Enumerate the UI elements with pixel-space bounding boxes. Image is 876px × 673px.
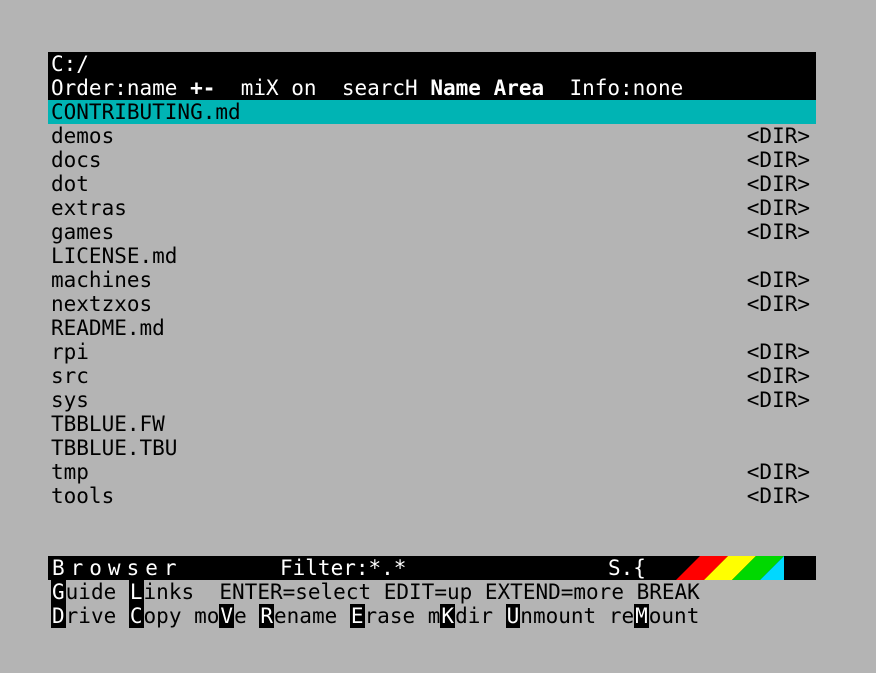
- name-area-option[interactable]: Name Area: [430, 76, 544, 100]
- file-name: LICENSE.md: [51, 244, 178, 268]
- key-help-text: nmount: [520, 604, 609, 628]
- file-name: rpi: [51, 340, 89, 364]
- file-row[interactable]: LICENSE.md: [48, 244, 816, 268]
- key-help-text: opy: [143, 604, 195, 628]
- order-option[interactable]: Order:name: [51, 76, 177, 100]
- current-path: C:/: [48, 52, 816, 76]
- file-row[interactable]: extras <DIR>: [48, 196, 816, 220]
- file-type-tag: <DIR>: [746, 364, 810, 388]
- file-row[interactable]: sys <DIR>: [48, 388, 816, 412]
- key-help-line-2: Drive Copy moVe Rename Erase mKdir Unmou…: [48, 604, 816, 628]
- file-row[interactable]: README.md: [48, 316, 816, 340]
- key-help-text: ename: [274, 604, 350, 628]
- file-name: demos: [51, 124, 115, 148]
- file-name: TBBLUE.TBU: [51, 436, 178, 460]
- file-name: machines: [51, 268, 153, 292]
- search-option[interactable]: searcH: [342, 76, 418, 100]
- file-type-tag: <DIR>: [746, 388, 810, 412]
- shortcut-key[interactable]: L: [128, 580, 144, 604]
- key-help-text: m: [427, 604, 441, 628]
- key-help-text: inks ENTER=select EDIT=up EXTEND=more BR…: [143, 580, 700, 604]
- file-name: TBBLUE.FW: [51, 412, 165, 436]
- file-row[interactable]: tools <DIR>: [48, 484, 816, 508]
- file-name: CONTRIBUTING.md: [51, 100, 241, 124]
- file-type-tag: <DIR>: [746, 220, 810, 244]
- file-list: CONTRIBUTING.md demos <DIR> docs <DIR> dot <DI…: [48, 100, 816, 508]
- file-row[interactable]: docs <DIR>: [48, 148, 816, 172]
- file-name: README.md: [51, 316, 165, 340]
- rainbow-stripes-logo: [676, 556, 784, 580]
- file-type-tag: <DIR>: [746, 340, 810, 364]
- shortcut-key[interactable]: C: [128, 604, 144, 628]
- shortcut-key[interactable]: G: [51, 580, 66, 604]
- file-row[interactable]: games <DIR>: [48, 220, 816, 244]
- file-browser: C:/ Order:name +- miX on searcH Name Are…: [48, 52, 816, 628]
- file-row[interactable]: dot <DIR>: [48, 172, 816, 196]
- file-row[interactable]: TBBLUE.FW: [48, 412, 816, 436]
- shortcut-key[interactable]: U: [505, 604, 521, 628]
- file-name: extras: [51, 196, 127, 220]
- file-type-tag: <DIR>: [746, 196, 810, 220]
- file-name: games: [51, 220, 115, 244]
- shortcut-key[interactable]: D: [51, 604, 66, 628]
- filter-label[interactable]: Filter:*.*: [280, 556, 406, 580]
- file-name: tools: [51, 484, 115, 508]
- file-name: nextzxos: [51, 292, 153, 316]
- file-row[interactable]: CONTRIBUTING.md: [48, 100, 816, 124]
- key-help-text: dir: [455, 604, 506, 628]
- key-help-text: uide: [65, 580, 129, 604]
- file-row[interactable]: rpi <DIR>: [48, 340, 816, 364]
- empty-space: [48, 508, 816, 556]
- info-option[interactable]: Info:none: [569, 76, 683, 100]
- key-help-text: rase: [364, 604, 428, 628]
- browser-title-bar: Browser Filter:*.* S.{: [48, 556, 816, 580]
- file-type-tag: <DIR>: [746, 460, 810, 484]
- key-help-text: e: [234, 604, 260, 628]
- key-help-text: ount: [648, 604, 700, 628]
- file-type-tag: <DIR>: [746, 124, 810, 148]
- key-help: Guide Links ENTER=select EDIT=up EXTEND=…: [48, 580, 816, 628]
- key-help-line-1: Guide Links ENTER=select EDIT=up EXTEND=…: [48, 580, 816, 604]
- shortcut-key[interactable]: R: [259, 604, 275, 628]
- file-type-tag: <DIR>: [746, 292, 810, 316]
- file-row[interactable]: machines <DIR>: [48, 268, 816, 292]
- key-help-text: rive: [65, 604, 129, 628]
- file-name: src: [51, 364, 89, 388]
- file-row[interactable]: TBBLUE.TBU: [48, 436, 816, 460]
- file-name: docs: [51, 148, 102, 172]
- file-row[interactable]: demos <DIR>: [48, 124, 816, 148]
- shortcut-key[interactable]: V: [219, 604, 235, 628]
- status-text: S.{: [608, 556, 646, 580]
- shortcut-key[interactable]: E: [349, 604, 365, 628]
- key-help-text: mo: [194, 604, 220, 628]
- file-name: sys: [51, 388, 89, 412]
- file-name: tmp: [51, 460, 89, 484]
- file-row[interactable]: src <DIR>: [48, 364, 816, 388]
- file-row[interactable]: nextzxos <DIR>: [48, 292, 816, 316]
- shortcut-key[interactable]: M: [634, 604, 649, 628]
- file-type-tag: <DIR>: [746, 172, 810, 196]
- sort-direction-toggle[interactable]: +-: [190, 76, 215, 100]
- shortcut-key[interactable]: K: [440, 604, 456, 628]
- browser-title: Browser: [52, 556, 183, 580]
- mix-option[interactable]: miX on: [241, 76, 317, 100]
- key-help-text: re: [608, 604, 635, 628]
- file-row[interactable]: tmp <DIR>: [48, 460, 816, 484]
- file-type-tag: <DIR>: [746, 484, 810, 508]
- options-bar: Order:name +- miX on searcH Name Area In…: [48, 76, 816, 100]
- file-type-tag: <DIR>: [746, 148, 810, 172]
- file-name: dot: [51, 172, 89, 196]
- file-type-tag: <DIR>: [746, 268, 810, 292]
